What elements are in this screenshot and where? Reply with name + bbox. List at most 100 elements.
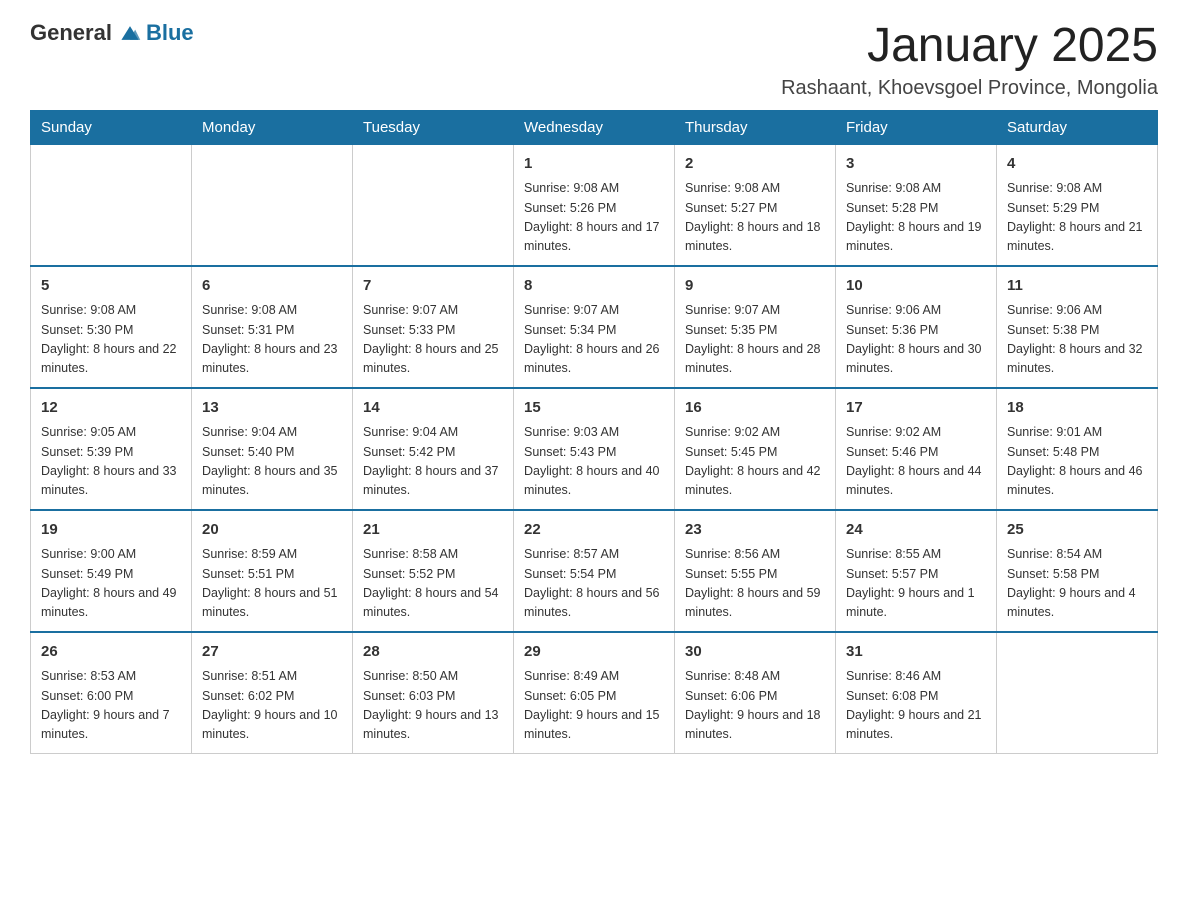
day-cell: 8Sunrise: 9:07 AMSunset: 5:34 PMDaylight… [514, 266, 675, 388]
day-number: 27 [202, 641, 342, 664]
day-cell: 28 Sunrise: 8:50 AMSunset: 6:03 PMDayligh… [353, 632, 514, 754]
day-info: Sunrise: 9:07 AMSunset: 5:33 PMDaylight:… [363, 301, 503, 379]
day-number: 21 [363, 519, 503, 542]
day-info: Sunrise: 9:06 AMSunset: 5:36 PMDaylight:… [846, 301, 986, 379]
day-cell: 27 Sunrise: 8:51 AMSunset: 6:02 PMDayligh… [192, 632, 353, 754]
calendar-body: 1 Sunrise: 9:08 AMSunset: 5:26 PMDaylight… [31, 144, 1158, 753]
day-number: 11 [1007, 275, 1147, 298]
day-info: Sunrise: 8:53 AMSunset: 6:00 PMDaylight:… [41, 667, 181, 745]
day-cell: 22 Sunrise: 8:57 AMSunset: 5:54 PMDayligh… [514, 510, 675, 632]
week-row-1: 1 Sunrise: 9:08 AMSunset: 5:26 PMDaylight… [31, 144, 1158, 266]
day-cell: 15 Sunrise: 9:03 AMSunset: 5:43 PMDayligh… [514, 388, 675, 510]
day-cell: 11 Sunrise: 9:06 AMSunset: 5:38 PMDayligh… [997, 266, 1158, 388]
day-number: 1 [524, 153, 664, 176]
day-info: Sunrise: 9:08 AMSunset: 5:27 PMDaylight:… [685, 179, 825, 257]
day-number: 8 [524, 275, 664, 298]
header-cell-tuesday: Tuesday [353, 110, 514, 144]
day-cell: 25Sunrise: 8:54 AMSunset: 5:58 PMDayligh… [997, 510, 1158, 632]
day-info: Sunrise: 9:08 AMSunset: 5:26 PMDaylight:… [524, 179, 664, 257]
day-cell: 31 Sunrise: 8:46 AMSunset: 6:08 PMDayligh… [836, 632, 997, 754]
day-info: Sunrise: 8:58 AMSunset: 5:52 PMDaylight:… [363, 545, 503, 623]
week-row-4: 19Sunrise: 9:00 AMSunset: 5:49 PMDayligh… [31, 510, 1158, 632]
day-cell: 16 Sunrise: 9:02 AMSunset: 5:45 PMDayligh… [675, 388, 836, 510]
day-info: Sunrise: 9:06 AMSunset: 5:38 PMDaylight:… [1007, 301, 1147, 379]
day-info: Sunrise: 9:07 AMSunset: 5:35 PMDaylight:… [685, 301, 825, 379]
day-cell: 5Sunrise: 9:08 AMSunset: 5:30 PMDaylight… [31, 266, 192, 388]
day-cell: 24 Sunrise: 8:55 AMSunset: 5:57 PMDayligh… [836, 510, 997, 632]
day-info: Sunrise: 9:04 AMSunset: 5:40 PMDaylight:… [202, 423, 342, 501]
logo-text-general: General [30, 20, 112, 46]
day-number: 24 [846, 519, 986, 542]
day-cell [997, 632, 1158, 754]
day-cell: 1 Sunrise: 9:08 AMSunset: 5:26 PMDaylight… [514, 144, 675, 266]
day-cell: 3Sunrise: 9:08 AMSunset: 5:28 PMDaylight… [836, 144, 997, 266]
day-cell: 18 Sunrise: 9:01 AMSunset: 5:48 PMDayligh… [997, 388, 1158, 510]
day-cell: 9 Sunrise: 9:07 AMSunset: 5:35 PMDaylight… [675, 266, 836, 388]
day-number: 30 [685, 641, 825, 664]
day-info: Sunrise: 9:08 AMSunset: 5:29 PMDaylight:… [1007, 179, 1147, 257]
header-cell-thursday: Thursday [675, 110, 836, 144]
day-info: Sunrise: 8:59 AMSunset: 5:51 PMDaylight:… [202, 545, 342, 623]
day-number: 7 [363, 275, 503, 298]
day-cell: 4 Sunrise: 9:08 AMSunset: 5:29 PMDaylight… [997, 144, 1158, 266]
day-number: 28 [363, 641, 503, 664]
day-number: 6 [202, 275, 342, 298]
day-info: Sunrise: 9:02 AMSunset: 5:46 PMDaylight:… [846, 423, 986, 501]
day-info: Sunrise: 8:55 AMSunset: 5:57 PMDaylight:… [846, 545, 986, 623]
day-info: Sunrise: 8:50 AMSunset: 6:03 PMDaylight:… [363, 667, 503, 745]
subtitle: Rashaant, Khoevsgoel Province, Mongolia [781, 77, 1158, 100]
day-number: 9 [685, 275, 825, 298]
day-number: 16 [685, 397, 825, 420]
day-info: Sunrise: 9:03 AMSunset: 5:43 PMDaylight:… [524, 423, 664, 501]
day-number: 18 [1007, 397, 1147, 420]
day-cell: 13Sunrise: 9:04 AMSunset: 5:40 PMDayligh… [192, 388, 353, 510]
day-cell: 7 Sunrise: 9:07 AMSunset: 5:33 PMDaylight… [353, 266, 514, 388]
day-info: Sunrise: 9:02 AMSunset: 5:45 PMDaylight:… [685, 423, 825, 501]
header-cell-wednesday: Wednesday [514, 110, 675, 144]
day-cell [31, 144, 192, 266]
title-section: January 2025 Rashaant, Khoevsgoel Provin… [781, 20, 1158, 100]
day-cell: 20 Sunrise: 8:59 AMSunset: 5:51 PMDayligh… [192, 510, 353, 632]
day-number: 17 [846, 397, 986, 420]
day-number: 31 [846, 641, 986, 664]
header-cell-friday: Friday [836, 110, 997, 144]
header-row: SundayMondayTuesdayWednesdayThursdayFrid… [31, 110, 1158, 144]
day-number: 26 [41, 641, 181, 664]
week-row-3: 12 Sunrise: 9:05 AMSunset: 5:39 PMDayligh… [31, 388, 1158, 510]
day-number: 29 [524, 641, 664, 664]
day-cell: 14Sunrise: 9:04 AMSunset: 5:42 PMDayligh… [353, 388, 514, 510]
week-row-2: 5Sunrise: 9:08 AMSunset: 5:30 PMDaylight… [31, 266, 1158, 388]
day-cell: 29 Sunrise: 8:49 AMSunset: 6:05 PMDayligh… [514, 632, 675, 754]
day-info: Sunrise: 8:46 AMSunset: 6:08 PMDaylight:… [846, 667, 986, 745]
day-number: 2 [685, 153, 825, 176]
day-info: Sunrise: 9:01 AMSunset: 5:48 PMDaylight:… [1007, 423, 1147, 501]
day-number: 22 [524, 519, 664, 542]
calendar-header: SundayMondayTuesdayWednesdayThursdayFrid… [31, 110, 1158, 144]
day-cell: 2 Sunrise: 9:08 AMSunset: 5:27 PMDaylight… [675, 144, 836, 266]
header-cell-saturday: Saturday [997, 110, 1158, 144]
logo-text-blue: Blue [146, 20, 194, 46]
day-number: 4 [1007, 153, 1147, 176]
day-cell [353, 144, 514, 266]
logo: General Blue [30, 20, 194, 46]
day-info: Sunrise: 9:08 AMSunset: 5:31 PMDaylight:… [202, 301, 342, 379]
day-number: 23 [685, 519, 825, 542]
day-cell: 26 Sunrise: 8:53 AMSunset: 6:00 PMDayligh… [31, 632, 192, 754]
week-row-5: 26 Sunrise: 8:53 AMSunset: 6:00 PMDayligh… [31, 632, 1158, 754]
logo-icon [118, 21, 142, 45]
day-info: Sunrise: 8:54 AMSunset: 5:58 PMDaylight:… [1007, 545, 1147, 623]
day-info: Sunrise: 9:08 AMSunset: 5:28 PMDaylight:… [846, 179, 986, 257]
day-info: Sunrise: 8:49 AMSunset: 6:05 PMDaylight:… [524, 667, 664, 745]
day-cell: 30Sunrise: 8:48 AMSunset: 6:06 PMDayligh… [675, 632, 836, 754]
day-number: 12 [41, 397, 181, 420]
day-info: Sunrise: 8:57 AMSunset: 5:54 PMDaylight:… [524, 545, 664, 623]
day-info: Sunrise: 9:04 AMSunset: 5:42 PMDaylight:… [363, 423, 503, 501]
day-cell: 19Sunrise: 9:00 AMSunset: 5:49 PMDayligh… [31, 510, 192, 632]
day-cell: 6 Sunrise: 9:08 AMSunset: 5:31 PMDaylight… [192, 266, 353, 388]
day-number: 20 [202, 519, 342, 542]
day-number: 10 [846, 275, 986, 298]
day-info: Sunrise: 9:05 AMSunset: 5:39 PMDaylight:… [41, 423, 181, 501]
day-number: 5 [41, 275, 181, 298]
day-info: Sunrise: 8:51 AMSunset: 6:02 PMDaylight:… [202, 667, 342, 745]
day-number: 15 [524, 397, 664, 420]
